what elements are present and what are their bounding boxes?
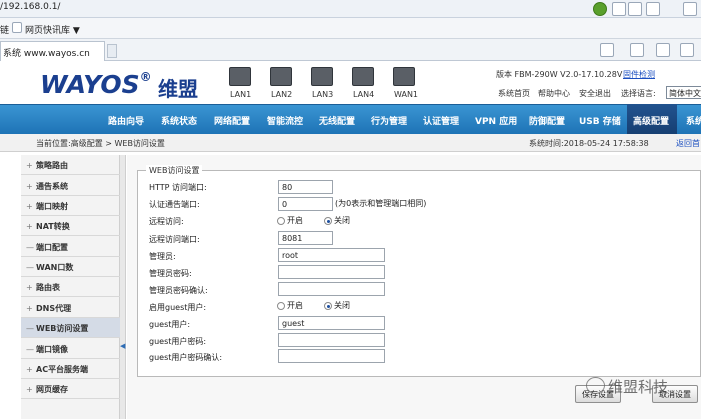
nav-item-usb[interactable]: USB 存储 [579, 114, 621, 127]
language-label: 选择语言: [621, 89, 656, 98]
nav-item-wizard[interactable]: 路由向导 [108, 114, 144, 127]
remote-off-radio[interactable]: 关闭 [324, 215, 350, 226]
radio-on-icon[interactable] [324, 301, 332, 310]
feed-icon[interactable] [630, 43, 644, 57]
remote-on-radio[interactable]: 开启 [277, 215, 303, 226]
nav-item-system[interactable]: 系统 [686, 114, 701, 127]
admin-password-confirm-input[interactable] [278, 282, 385, 296]
nav-item-behavior[interactable]: 行为管理 [371, 114, 407, 127]
sidebar-item-dns-proxy[interactable]: + DNS代理 [21, 298, 120, 318]
port-label: LAN1 [230, 90, 252, 99]
sidebar-item-web-cache[interactable]: + 网页缓存 [21, 379, 120, 399]
sidebar-item-nat[interactable]: + NAT转换 [21, 216, 120, 236]
guest-off-radio[interactable]: 关闭 [324, 300, 350, 311]
http-port-input[interactable] [278, 180, 333, 194]
radio-off-icon[interactable] [277, 301, 285, 310]
address-field[interactable]: /192.168.0.1/ [0, 2, 60, 12]
wan1-port-icon [393, 67, 415, 86]
guest-enable-label: 启用guest用户: [149, 303, 207, 312]
wayos-logo: WAYOS® [40, 70, 152, 99]
nav-item-wireless[interactable]: 无线配置 [319, 114, 355, 127]
sidebar-item-port-mapping[interactable]: + 端口映射 [21, 196, 120, 216]
page-icon[interactable] [612, 2, 626, 16]
logo-chinese: 维盟 [158, 77, 198, 101]
system-time: 系统时间:2018-05-24 17:58:38 [529, 139, 649, 148]
new-tab-button[interactable] [107, 44, 117, 58]
admin-password-input[interactable] [278, 265, 385, 279]
sidebar-item-ac-server[interactable]: + AC平台服务端 [21, 359, 120, 379]
breadcrumb: 当前位置:高级配置 > WEB访问设置 [36, 139, 165, 148]
remote-port-label: 远程访问端口: [149, 235, 200, 244]
fieldset-legend: WEB访问设置 [146, 165, 203, 176]
guest-user-label: guest用户: [149, 320, 191, 329]
firmware-version: 版本 FBM-290W V2.0-17.10.28V [496, 70, 623, 79]
port-label: LAN2 [271, 90, 293, 99]
sidebar-collapse-handle[interactable] [120, 155, 126, 419]
favorites-label: 链 [0, 26, 10, 36]
admin-label: 管理员: [149, 252, 176, 261]
guest-user-input[interactable] [278, 316, 385, 330]
sidebar-item-port-config[interactable]: — 端口配置 [21, 237, 120, 257]
back-home-link[interactable]: 返回首 [676, 138, 700, 149]
home-icon[interactable] [600, 43, 614, 57]
guest-password-input[interactable] [278, 333, 385, 347]
refresh-icon[interactable] [593, 2, 607, 16]
tab-bar [0, 39, 701, 61]
admin-input[interactable] [278, 248, 385, 262]
nav-item-auth[interactable]: 认证管理 [423, 114, 459, 127]
home-link[interactable]: 系统首页 [498, 88, 530, 99]
stop-icon[interactable] [628, 2, 642, 16]
auth-port-input[interactable] [278, 197, 333, 211]
wechat-watermark-icon [586, 377, 605, 394]
close-icon[interactable] [646, 2, 660, 16]
page-icon [12, 22, 22, 33]
nav-item-vpn[interactable]: VPN 应用 [475, 114, 517, 127]
sidebar-item-policy-routing[interactable]: + 策略路由 [21, 155, 120, 175]
port-label: WAN1 [394, 90, 419, 99]
remote-port-input[interactable] [278, 231, 333, 245]
sidebar-item-port-mirror[interactable]: — 端口镜像 [21, 339, 120, 359]
favorites-bar [0, 18, 701, 39]
port-label: LAN4 [353, 90, 375, 99]
http-port-label: HTTP 访问端口: [149, 183, 207, 192]
radio-off-icon[interactable] [277, 216, 285, 225]
lan3-port-icon [311, 67, 333, 86]
guest-password-label: guest用户密码: [149, 337, 207, 346]
mail-icon[interactable] [656, 43, 670, 57]
remote-access-label: 远程访问: [149, 217, 184, 226]
print-icon[interactable] [680, 43, 694, 57]
admin-password-label: 管理员密码: [149, 269, 192, 278]
search-icon[interactable] [683, 2, 697, 16]
nav-item-defense[interactable]: 防御配置 [529, 114, 565, 127]
favorites-item[interactable]: 网页快讯库 ▼ [25, 23, 80, 36]
logout-link[interactable]: 安全退出 [579, 88, 611, 99]
auth-port-label: 认证通告端口: [149, 200, 200, 209]
sidebar-item-route-table[interactable]: + 路由表 [21, 277, 120, 297]
sidebar-item-notice[interactable]: + 通告系统 [21, 176, 120, 196]
lan4-port-icon [352, 67, 374, 86]
collapse-arrow-icon[interactable]: ◀ [120, 342, 125, 350]
port-label: LAN3 [312, 90, 334, 99]
radio-on-icon[interactable] [324, 216, 332, 225]
nav-item-traffic[interactable]: 智能流控 [267, 114, 303, 127]
lan1-port-icon [229, 67, 251, 86]
sidebar-item-wan-count[interactable]: — WAN口数 [21, 257, 120, 277]
nav-item-advanced[interactable]: 高级配置 [633, 114, 669, 127]
guest-password-confirm-label: guest用户密码确认: [149, 353, 223, 362]
watermark-text: 维盟科技 [608, 378, 669, 396]
tab-active[interactable]: 系统 www.wayos.cn [0, 41, 105, 61]
help-link[interactable]: 帮助中心 [538, 88, 570, 99]
nav-item-status[interactable]: 系统状态 [161, 114, 197, 127]
lan2-port-icon [270, 67, 292, 86]
auth-port-note: (为0表示和管理端口相同) [335, 199, 427, 208]
language-select[interactable]: 简体中文 [666, 86, 701, 99]
nav-item-network[interactable]: 网络配置 [214, 114, 250, 127]
guest-on-radio[interactable]: 开启 [277, 300, 303, 311]
guest-password-confirm-input[interactable] [278, 349, 385, 363]
sidebar-item-web-access[interactable]: — WEB访问设置 [21, 318, 120, 338]
admin-password-confirm-label: 管理员密码确认: [149, 286, 208, 295]
firmware-check-link[interactable]: 固件检测 [623, 69, 655, 80]
